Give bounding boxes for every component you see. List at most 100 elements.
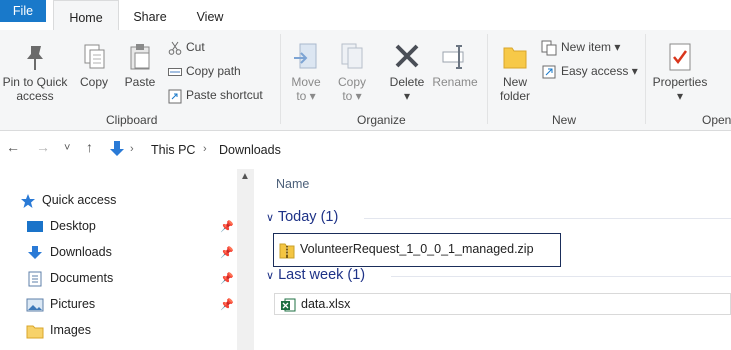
properties-dropdown-arrow: ▾: [676, 89, 684, 103]
breadcrumb-downloads[interactable]: Downloads: [219, 143, 281, 157]
copy-to-button[interactable]: Copy to ▾: [332, 42, 372, 103]
easy-access-icon: [542, 65, 556, 79]
ribbon-divider: [280, 34, 281, 124]
easy-access-label: Easy access: [561, 64, 629, 78]
easy-access-button[interactable]: Easy access ▾: [541, 62, 638, 80]
file-name: data.xlsx: [301, 297, 351, 311]
pin-icon: 📌: [220, 247, 234, 259]
nav-scrollbar[interactable]: ▲: [237, 169, 254, 350]
nav-item-desktop[interactable]: Desktop: [26, 215, 96, 237]
paste-label: Paste: [124, 75, 156, 89]
copy-path-icon: [168, 67, 182, 76]
clipboard-group-label: Clipboard: [106, 113, 158, 127]
ribbon-divider: [487, 34, 488, 124]
star-icon: [21, 193, 35, 208]
nav-item-images[interactable]: Images: [26, 319, 91, 341]
excel-icon: [281, 298, 296, 312]
rename-button[interactable]: Rename: [432, 42, 478, 89]
copy-icon: [84, 44, 105, 69]
zip-icon: [279, 243, 295, 259]
column-header-name[interactable]: Name: [276, 177, 309, 191]
file-list: Name ∨ Today (1) VolunteerRequest_1_0_0_…: [254, 169, 731, 350]
list-item[interactable]: VolunteerRequest_1_0_0_1_managed.zip: [273, 233, 561, 267]
pin-icon: 📌: [220, 299, 234, 311]
copy-to-label-line2: to: [342, 89, 353, 103]
group-title: Today (1): [277, 209, 339, 225]
cut-button[interactable]: Cut: [168, 38, 205, 56]
nav-item-label: Downloads: [50, 245, 112, 259]
copy-path-label: Copy path: [186, 64, 241, 78]
delete-label: Delete: [389, 75, 425, 89]
tab-file[interactable]: File: [0, 0, 46, 22]
breadcrumb-separator: ›: [130, 143, 134, 155]
copy-label: Copy: [79, 75, 108, 89]
cut-icon: [168, 41, 182, 55]
ribbon-tabs: File Home Share View: [0, 0, 731, 32]
breadcrumb-this-pc[interactable]: This PC: [151, 143, 195, 157]
nav-quick-access-label: Quick access: [42, 193, 117, 207]
list-item[interactable]: data.xlsx: [274, 293, 731, 315]
new-folder-button[interactable]: New folder: [492, 42, 538, 103]
nav-item-label: Pictures: [50, 297, 96, 311]
group-divider: [364, 218, 731, 219]
pin-to-quick-access-button[interactable]: Pin to Quick access: [0, 42, 70, 103]
address-bar-row: ← → ˅ ↑ › This PC › Downloads: [0, 131, 731, 169]
nav-item-pictures[interactable]: Pictures: [26, 293, 95, 315]
tab-home[interactable]: Home: [53, 0, 119, 32]
organize-group-label: Organize: [357, 113, 406, 127]
up-button[interactable]: ↑: [86, 139, 93, 155]
desktop-icon: [27, 220, 43, 232]
copy-to-label-2: to ▾: [342, 89, 362, 103]
pin-icon: 📌: [220, 273, 234, 285]
chevron-down-icon: ∨: [266, 212, 275, 224]
download-arrow-icon: [28, 245, 42, 259]
copy-to-label: Copy: [337, 75, 366, 89]
back-button[interactable]: ←: [6, 139, 20, 155]
file-name: VolunteerRequest_1_0_0_1_managed.zip: [300, 242, 534, 256]
move-to-label: Move: [291, 75, 321, 89]
nav-item-downloads[interactable]: Downloads: [26, 241, 112, 263]
paste-shortcut-label: Paste shortcut: [186, 88, 263, 102]
new-folder-label: New: [502, 75, 527, 89]
delete-dropdown-arrow: ▾: [403, 89, 411, 103]
group-divider: [391, 276, 731, 277]
group-header-today[interactable]: ∨ Today (1): [266, 209, 731, 225]
new-group-label: New: [552, 113, 577, 127]
paste-shortcut-button[interactable]: Paste shortcut: [168, 86, 263, 104]
nav-item-documents[interactable]: Documents: [26, 267, 113, 289]
scroll-up-arrow[interactable]: ▲: [240, 171, 250, 182]
new-item-icon: [541, 40, 557, 56]
pin-label-line1: Pin to Quick: [2, 75, 68, 89]
nav-item-label: Documents: [50, 271, 114, 285]
properties-icon: [669, 43, 691, 71]
new-folder-icon: [503, 47, 527, 69]
move-to-icon: [294, 43, 317, 69]
properties-button[interactable]: Properties ▾: [650, 42, 710, 103]
properties-label: Properties: [652, 75, 708, 89]
paste-button[interactable]: Paste: [120, 42, 160, 89]
recent-locations-button[interactable]: ˅: [64, 142, 70, 154]
tab-view[interactable]: View: [188, 0, 232, 30]
navigation-pane: Quick access Desktop 📌 Downloads 📌 Docum…: [0, 169, 254, 350]
move-to-label-2: to ▾: [296, 89, 316, 103]
copy-path-button[interactable]: Copy path: [168, 62, 241, 80]
new-item-button[interactable]: New item ▾: [541, 38, 620, 56]
group-header-last-week[interactable]: ∨ Last week (1): [266, 267, 731, 283]
copy-button[interactable]: Copy: [74, 42, 114, 89]
nav-item-label: Desktop: [50, 219, 96, 233]
copy-to-icon: [341, 43, 363, 69]
ribbon-divider: [645, 34, 646, 124]
new-folder-label-line2: folder: [499, 89, 531, 103]
forward-button[interactable]: →: [36, 139, 50, 155]
move-to-label-line2: to: [296, 89, 307, 103]
nav-quick-access[interactable]: Quick access: [20, 189, 116, 211]
open-group-label: Open: [702, 113, 731, 127]
tab-share[interactable]: Share: [128, 0, 172, 30]
group-title: Last week (1): [278, 267, 366, 283]
pictures-icon: [26, 298, 44, 312]
delete-button[interactable]: Delete ▾: [384, 42, 430, 103]
breadcrumb-separator: ›: [203, 143, 207, 155]
ribbon: Pin to Quick access Copy Paste Cut Copy …: [0, 30, 731, 131]
document-icon: [28, 271, 42, 287]
move-to-button[interactable]: Move to ▾: [286, 42, 326, 103]
